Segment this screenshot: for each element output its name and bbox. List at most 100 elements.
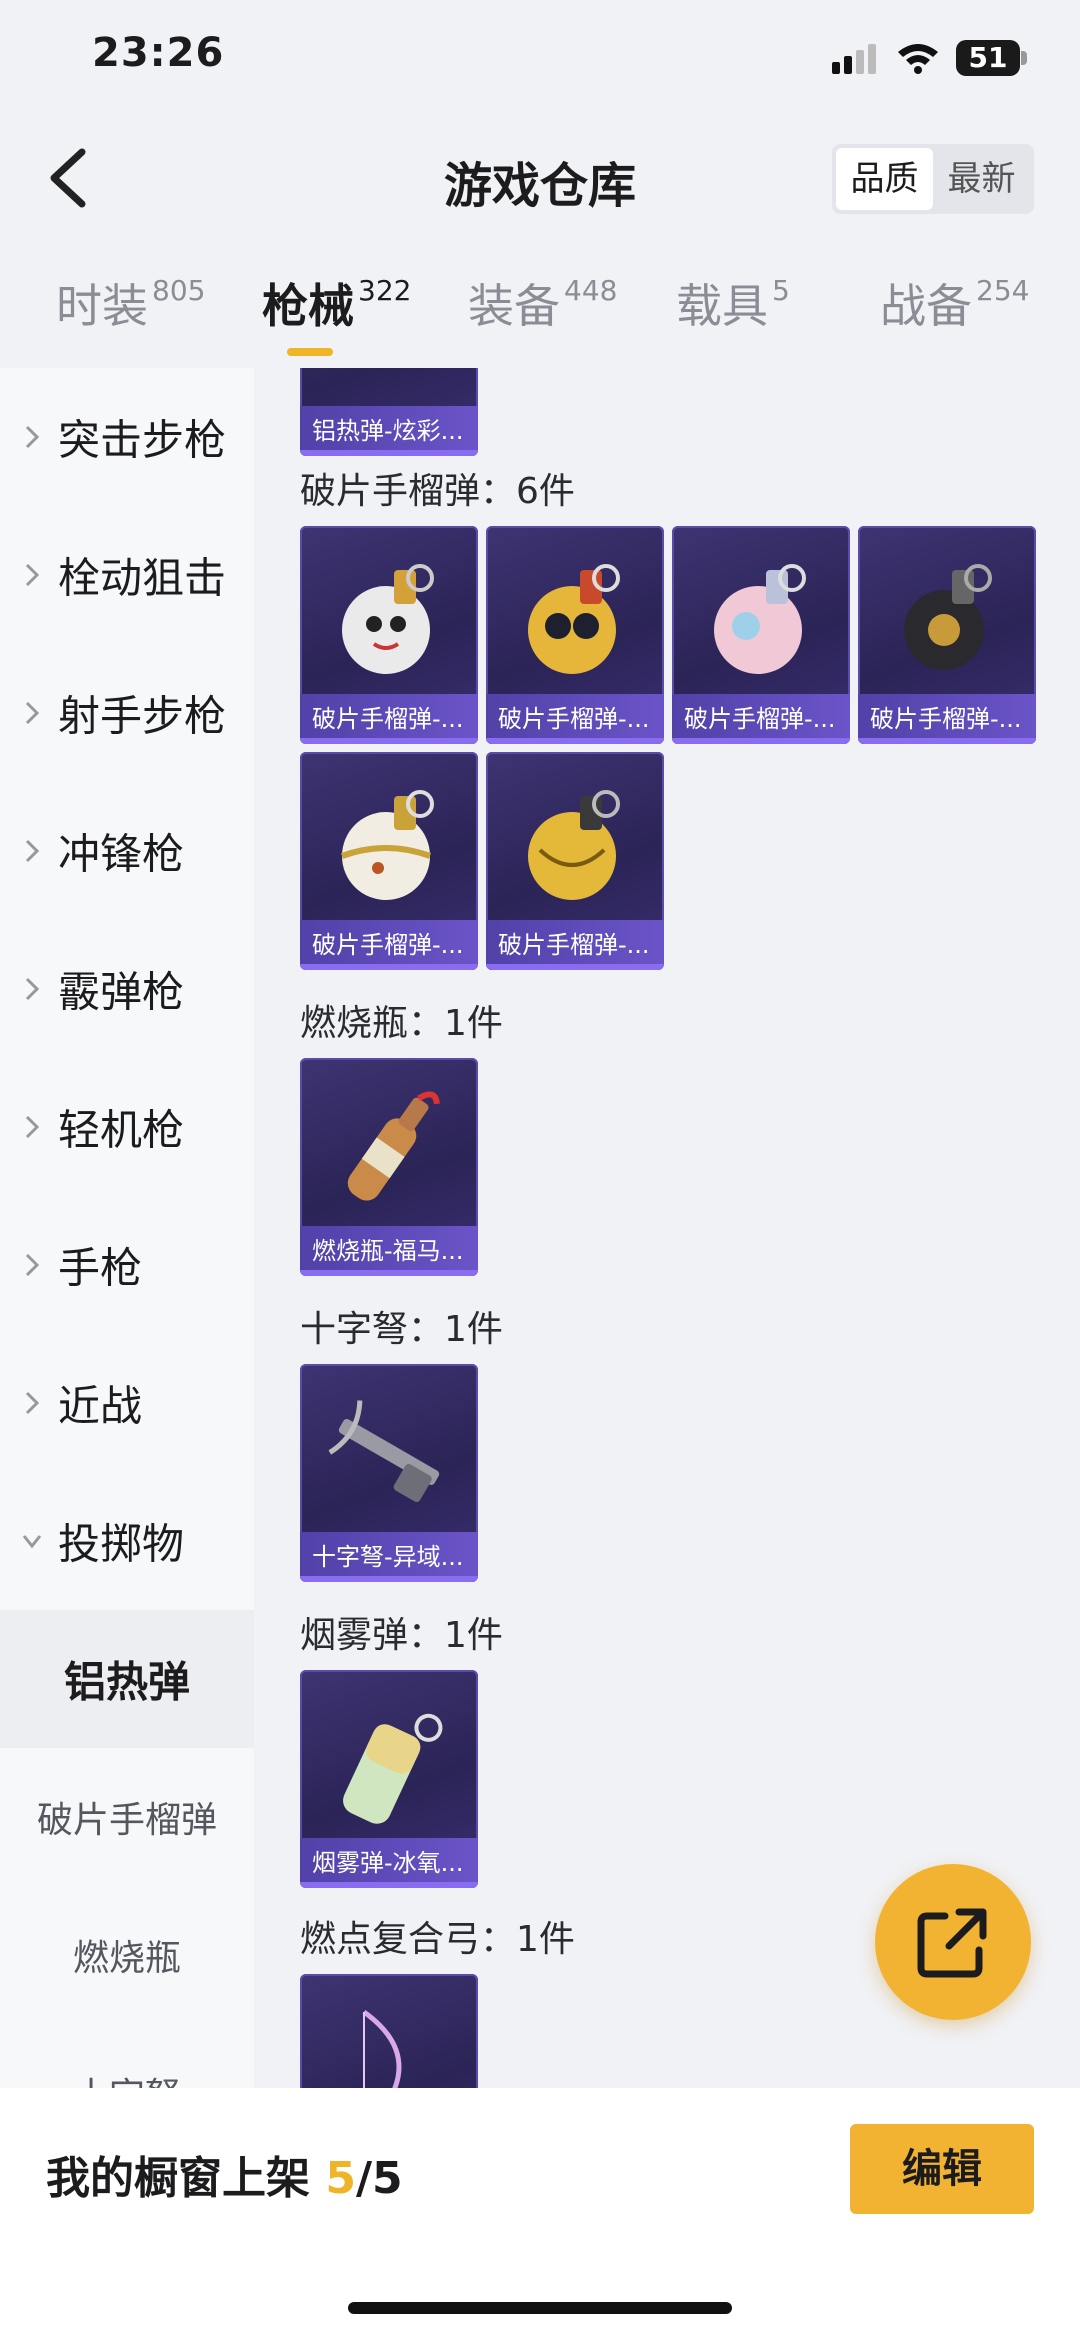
- item-name: 铝热弹-炫彩...: [312, 417, 464, 445]
- edit-button[interactable]: 编辑: [850, 2124, 1034, 2214]
- showcase-total: /5: [355, 2153, 403, 2204]
- item-name: 烟雾弹-冰氧...: [312, 1849, 464, 1877]
- card-bar-line: [300, 964, 478, 970]
- item-grid-panel: 铝热弹-炫彩... 破片手榴弹：6件 破片手榴弹-... 破片手榴弹-... 破…: [254, 368, 1080, 2088]
- card-bar-line: [300, 450, 478, 456]
- battery-tip: [1021, 51, 1027, 65]
- sidebar-item-bolt-sniper[interactable]: 栓动狙击: [0, 506, 254, 644]
- sidebar-subitem-label: 十字弩: [0, 2067, 254, 2088]
- tab-supplies[interactable]: 战备 254: [880, 270, 1029, 340]
- section-label: 燃点复合弓：1件: [300, 1919, 575, 1960]
- card-bar-line: [858, 738, 1036, 744]
- showcase-status: 我的橱窗上架 5/5: [46, 2142, 403, 2206]
- category-sidebar: 突击步枪 栓动狙击 射手步枪 冲锋枪 霰弹枪 轻机枪 手枪 近战 投掷物 铝热弹…: [0, 368, 254, 2088]
- grenade-icon: [904, 564, 992, 670]
- showcase-count: 5: [325, 2153, 356, 2204]
- sort-quality-button[interactable]: 品质: [836, 148, 933, 210]
- item-card[interactable]: [300, 1974, 478, 2088]
- item-card[interactable]: 破片手榴弹-...: [672, 526, 850, 744]
- item-card[interactable]: 十字弩-异域...: [300, 1364, 478, 1582]
- sidebar-item-assault-rifle[interactable]: 突击步枪: [0, 368, 254, 506]
- item-card[interactable]: 破片手榴弹-...: [486, 526, 664, 744]
- tab-vehicles[interactable]: 载具 5: [676, 270, 790, 340]
- tab-count: 805: [152, 274, 206, 307]
- section-label: 十字弩：1件: [300, 1309, 503, 1350]
- smoke-grenade-icon: [343, 1713, 443, 1824]
- chevron-down-icon: [22, 1535, 42, 1549]
- sidebar-item-label: 栓动狙击: [58, 553, 227, 603]
- item-name: 破片手榴弹-...: [870, 705, 1022, 733]
- tab-label: 时装: [56, 279, 148, 333]
- sidebar-item-label: 射手步枪: [58, 691, 227, 741]
- share-button[interactable]: [875, 1864, 1031, 2020]
- tab-label: 战备: [880, 279, 972, 333]
- sidebar-item-label: 近战: [58, 1381, 143, 1431]
- tab-label: 装备: [468, 279, 560, 333]
- card-bar-line: [300, 738, 478, 744]
- tab-count: 5: [772, 274, 790, 307]
- sidebar-item-label: 霰弹枪: [58, 967, 185, 1017]
- grenade-icon: [528, 564, 620, 674]
- sidebar-item-label: 投掷物: [58, 1519, 185, 1569]
- tab-count: 254: [976, 274, 1030, 307]
- chevron-right-icon: [25, 1391, 40, 1415]
- tab-equipment[interactable]: 装备 448: [468, 270, 617, 340]
- chevron-right-icon: [25, 1115, 40, 1139]
- item-card[interactable]: 破片手榴弹-...: [858, 526, 1036, 744]
- chevron-right-icon: [25, 839, 40, 863]
- sort-newest-button[interactable]: 最新: [933, 148, 1030, 210]
- chevron-right-icon: [25, 425, 40, 449]
- sidebar-subitem-label: 破片手榴弹: [36, 1800, 217, 1841]
- card-bar-line: [300, 1270, 478, 1276]
- card-bar-line: [300, 1576, 478, 1582]
- sidebar-subitem-frag-grenade[interactable]: 破片手榴弹: [0, 1748, 254, 1886]
- item-card[interactable]: 铝热弹-炫彩...: [300, 368, 478, 456]
- sidebar-item-smg[interactable]: 冲锋枪: [0, 782, 254, 920]
- card-bar-line: [672, 738, 850, 744]
- compound-bow-icon: [362, 2009, 402, 2088]
- item-name: 破片手榴弹-...: [684, 705, 836, 733]
- sort-toggle: 品质 最新: [832, 144, 1034, 214]
- sidebar-item-marksman-rifle[interactable]: 射手步枪: [0, 644, 254, 782]
- sidebar-subitem-crossbow[interactable]: 十字弩: [0, 2024, 254, 2088]
- showcase-label-text: 我的橱窗上架: [46, 2153, 310, 2204]
- grenade-icon: [342, 564, 434, 674]
- sidebar-subitem-molotov[interactable]: 燃烧瓶: [0, 1886, 254, 2024]
- item-card[interactable]: 烟雾弹-冰氧...: [300, 1670, 478, 1888]
- item-name: 破片手榴弹-...: [498, 705, 650, 733]
- tab-count: 448: [564, 274, 618, 307]
- sidebar-item-pistol[interactable]: 手枪: [0, 1196, 254, 1334]
- sidebar-subitem-thermite[interactable]: 铝热弹: [0, 1610, 254, 1748]
- tab-firearms[interactable]: 枪械 322: [262, 270, 411, 340]
- sidebar-item-label: 冲锋枪: [58, 829, 185, 879]
- item-name: 破片手榴弹-...: [312, 705, 464, 733]
- grenade-icon: [528, 790, 620, 900]
- item-card[interactable]: 破片手榴弹-...: [300, 526, 478, 744]
- tab-outfits[interactable]: 时装 805: [56, 270, 205, 340]
- grenade-icon: [340, 790, 434, 900]
- item-card[interactable]: 破片手榴弹-...: [300, 752, 478, 970]
- sidebar-item-lmg[interactable]: 轻机枪: [0, 1058, 254, 1196]
- tab-count: 322: [358, 274, 412, 307]
- sidebar-subitem-label: 燃烧瓶: [72, 1938, 181, 1979]
- share-icon: [917, 1908, 987, 1978]
- chevron-right-icon: [25, 563, 40, 587]
- sidebar-subitem-label: 铝热弹: [63, 1657, 190, 1707]
- item-name: 燃烧瓶-福马...: [312, 1237, 464, 1265]
- item-card[interactable]: 破片手榴弹-...: [486, 752, 664, 970]
- tab-active-indicator: [287, 348, 333, 356]
- card-bar-line: [300, 1882, 478, 1888]
- sidebar-item-label: 突击步枪: [58, 415, 227, 465]
- sidebar-item-shotgun[interactable]: 霰弹枪: [0, 920, 254, 1058]
- sidebar-item-melee[interactable]: 近战: [0, 1334, 254, 1472]
- card-bar-line: [486, 964, 664, 970]
- battery-indicator: 51: [956, 40, 1020, 76]
- section-label: 破片手榴弹：6件: [300, 471, 575, 512]
- chevron-right-icon: [25, 977, 40, 1001]
- home-indicator: [348, 2302, 732, 2314]
- status-time: 23:26: [92, 30, 225, 76]
- signal-icon: [832, 44, 876, 74]
- item-card[interactable]: 燃烧瓶-福马...: [300, 1058, 478, 1276]
- sidebar-item-throwables[interactable]: 投掷物: [0, 1472, 254, 1610]
- item-name: 破片手榴弹-...: [312, 931, 464, 959]
